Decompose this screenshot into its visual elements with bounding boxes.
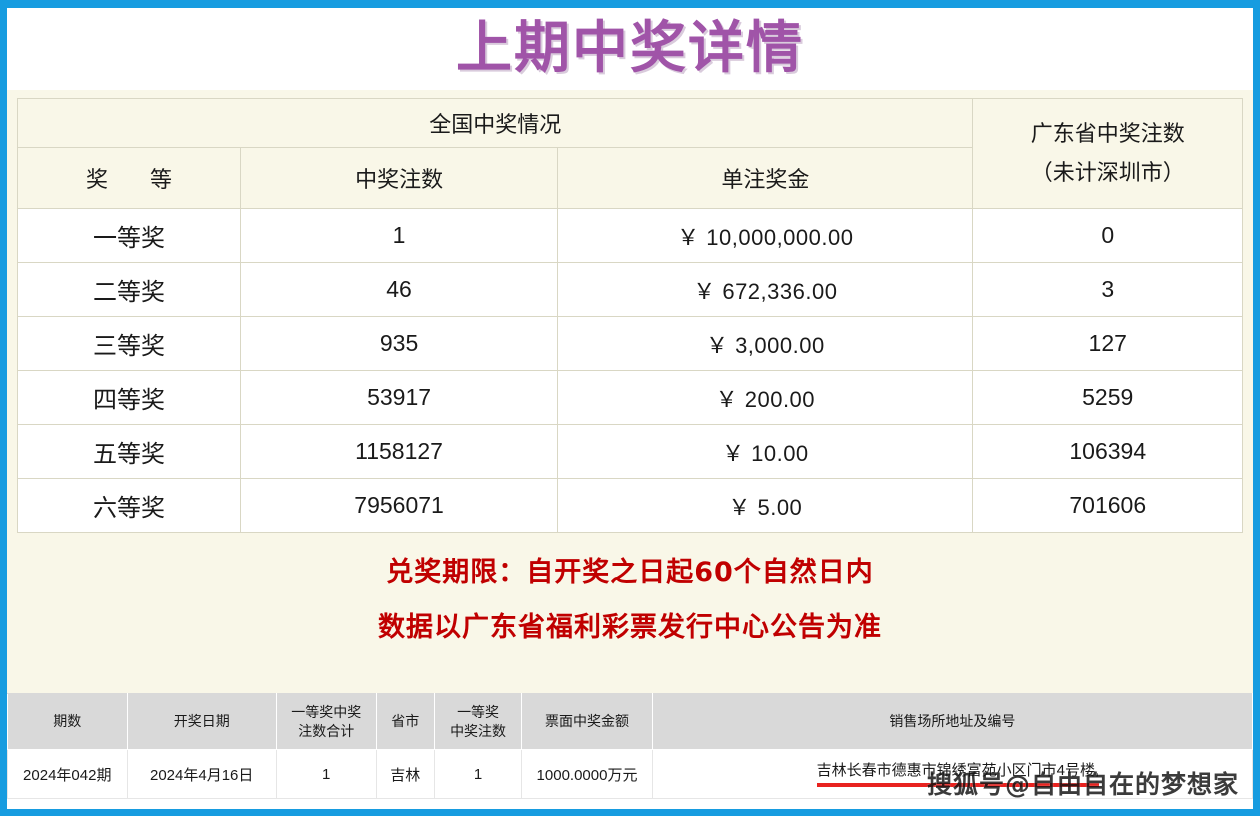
- table-row: 一等奖 1 ￥ 10,000,000.00 0: [17, 208, 1243, 263]
- header-guangdong-count: 广东省中奖注数 （未计深圳市）: [972, 98, 1243, 209]
- prize-details-panel: 全国中奖情况 广东省中奖注数 （未计深圳市） 奖 等 中奖注数 单注奖金 一等奖…: [7, 90, 1253, 693]
- cell-first-prize-total: 1: [275, 749, 377, 799]
- header-guangdong-line2: （未计深圳市）: [1030, 159, 1185, 185]
- cell-national-count: 53917: [239, 370, 559, 425]
- winner-table-header-row: 期数 开奖日期 一等奖中奖 注数合计 省市 一等奖 中奖注数 票面中奖金额 销售…: [7, 693, 1254, 750]
- header-national-count: 中奖注数: [239, 147, 559, 209]
- header-prize-level-label: 奖 等: [85, 167, 182, 192]
- winner-detail-panel: 期数 开奖日期 一等奖中奖 注数合计 省市 一等奖 中奖注数 票面中奖金额 销售…: [7, 693, 1254, 799]
- cell-prize-level: 三等奖: [17, 316, 241, 371]
- header-first-prize-count-line2: 中奖注数: [450, 722, 507, 739]
- page-title: 上期中奖详情: [456, 16, 804, 81]
- data-source-text: 数据以广东省福利彩票发行中心公告为准: [378, 612, 882, 643]
- table-row: 四等奖 53917 ￥ 200.00 5259: [17, 370, 1243, 425]
- header-province: 省市: [375, 693, 435, 750]
- cell-national-count: 1158127: [239, 424, 559, 479]
- page-frame: 上期中奖详情 全国中奖情况 广东省中奖注数 （未计深圳市） 奖 等 中奖注数 单…: [0, 0, 1260, 816]
- outlet-address-text: 吉林长春市德惠市锦绣富苑小区门市4号楼,: [816, 762, 1100, 787]
- cell-guangdong-count: 3: [972, 262, 1243, 317]
- cell-guangdong-count: 127: [972, 316, 1243, 371]
- cell-prize-per-bet: ￥ 200.00: [557, 370, 974, 425]
- cell-national-count: 1: [239, 208, 559, 263]
- cell-province: 吉林: [375, 749, 435, 799]
- table-row: 五等奖 1158127 ￥ 10.00 106394: [17, 424, 1243, 479]
- cell-draw-date: 2024年4月16日: [126, 749, 277, 799]
- cell-prize-level: 一等奖: [17, 208, 241, 263]
- header-national-situation: 全国中奖情况: [16, 98, 974, 148]
- prize-table: 全国中奖情况 广东省中奖注数 （未计深圳市） 奖 等 中奖注数 单注奖金 一等奖…: [16, 98, 1243, 533]
- cell-prize-level: 六等奖: [17, 478, 241, 533]
- table-row: 2024年042期 2024年4月16日 1 吉林 1 1000.0000万元 …: [7, 749, 1254, 799]
- cell-prize-per-bet: ￥ 10.00: [557, 424, 974, 479]
- cell-prize-per-bet: ￥ 3,000.00: [557, 316, 974, 371]
- header-first-prize-total-line2: 注数合计: [298, 722, 355, 739]
- cell-prize-per-bet: ￥ 672,336.00: [557, 262, 974, 317]
- header-first-prize-count-line1: 一等奖: [457, 703, 500, 720]
- cell-prize-level: 四等奖: [17, 370, 241, 425]
- cell-national-count: 46: [239, 262, 559, 317]
- header-draw-date: 开奖日期: [126, 693, 277, 750]
- header-issue: 期数: [7, 693, 128, 750]
- cell-guangdong-count: 0: [972, 208, 1243, 263]
- cell-national-count: 7956071: [239, 478, 559, 533]
- header-ticket-amount: 票面中奖金额: [521, 693, 653, 750]
- cell-first-prize-count: 1: [433, 749, 523, 799]
- cell-guangdong-count: 701606: [972, 478, 1243, 533]
- table-row: 六等奖 7956071 ￥ 5.00 701606: [17, 478, 1243, 533]
- cell-prize-per-bet: ￥ 10,000,000.00: [557, 208, 974, 263]
- cell-prize-level: 五等奖: [17, 424, 241, 479]
- table-row: 二等奖 46 ￥ 672,336.00 3: [17, 262, 1243, 317]
- table-row: 三等奖 935 ￥ 3,000.00 127: [17, 316, 1243, 371]
- cell-issue: 2024年042期: [7, 749, 128, 799]
- cell-prize-level: 二等奖: [17, 262, 241, 317]
- cell-guangdong-count: 5259: [972, 370, 1243, 425]
- winner-table: 期数 开奖日期 一等奖中奖 注数合计 省市 一等奖 中奖注数 票面中奖金额 销售…: [7, 693, 1254, 799]
- page-title-bar: 上期中奖详情: [7, 8, 1253, 90]
- cell-national-count: 935: [239, 316, 559, 371]
- table-row-group-header: 全国中奖情况 广东省中奖注数 （未计深圳市）: [16, 98, 1243, 209]
- header-outlet-address: 销售场所地址及编号: [651, 693, 1254, 750]
- header-first-prize-total-line1: 一等奖中奖: [291, 703, 362, 720]
- claim-deadline-text: 兑奖期限：自开奖之日起60个自然日内: [386, 557, 874, 588]
- header-first-prize-total: 一等奖中奖 注数合计: [275, 693, 377, 750]
- header-prize-level: 奖 等: [17, 147, 241, 209]
- header-guangdong-line1: 广东省中奖注数: [1030, 121, 1185, 146]
- header-first-prize-count: 一等奖 中奖注数: [433, 693, 523, 750]
- cell-ticket-amount: 1000.0000万元: [521, 749, 653, 799]
- cell-guangdong-count: 106394: [972, 424, 1243, 479]
- cell-outlet-address: 吉林长春市德惠市锦绣富苑小区门市4号楼,: [651, 749, 1254, 799]
- claim-notice: 兑奖期限：自开奖之日起60个自然日内 数据以广东省福利彩票发行中心公告为准: [17, 533, 1243, 641]
- cell-prize-per-bet: ￥ 5.00: [557, 478, 974, 533]
- header-prize-per-bet: 单注奖金: [557, 147, 974, 209]
